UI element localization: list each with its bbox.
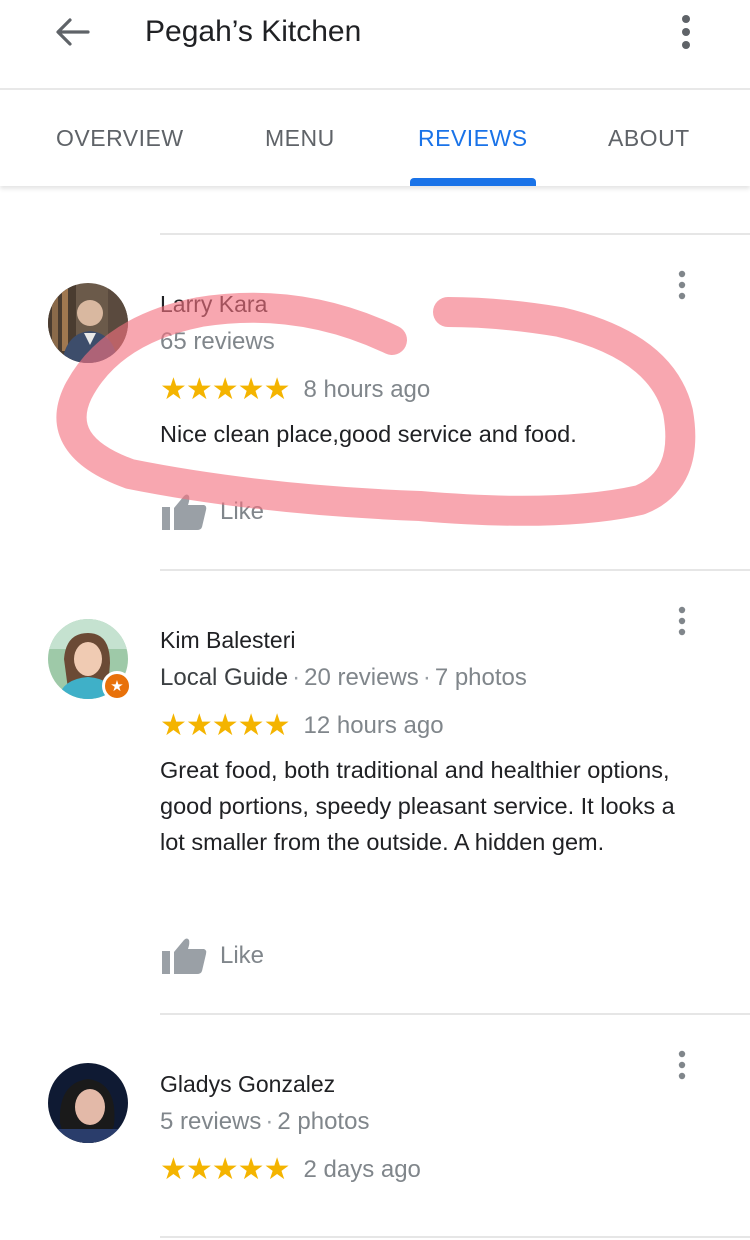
more-vert-icon[interactable]	[668, 10, 704, 54]
active-tab-indicator	[410, 178, 536, 186]
reviewer-name[interactable]: Larry Kara	[160, 290, 267, 318]
reviewer-meta: 65 reviews	[160, 327, 275, 357]
tab-about[interactable]: ABOUT	[608, 124, 690, 152]
photo-count: 2 photos	[277, 1108, 370, 1135]
review-more-icon[interactable]	[668, 1047, 696, 1083]
avatar[interactable]: ★	[48, 619, 132, 701]
review-count: 65 reviews	[160, 328, 275, 355]
like-label: Like	[220, 942, 265, 969]
review-time: 2 days ago	[303, 1156, 421, 1183]
like-label: Like	[220, 498, 265, 525]
star-rating: ★★★★★	[160, 373, 290, 406]
meta-separator: ·	[422, 664, 431, 691]
list-divider	[160, 569, 750, 571]
review-more-icon[interactable]	[668, 603, 696, 639]
star-rating: ★★★★★	[160, 709, 290, 742]
list-divider	[160, 233, 750, 235]
tab-overview[interactable]: OVERVIEW	[56, 124, 184, 152]
tab-bar: OVERVIEW MENU REVIEWS ABOUT	[0, 90, 750, 186]
review-count: 20 reviews	[304, 664, 419, 691]
meta-separator: ·	[292, 664, 301, 691]
local-guide-star-icon: ★	[102, 671, 132, 701]
tab-reviews[interactable]: REVIEWS	[418, 124, 528, 152]
like-button[interactable]: Like	[160, 936, 264, 976]
review-text: Great food, both traditional and healthi…	[160, 757, 675, 855]
local-guide-label: Local Guide	[160, 664, 289, 691]
review-time: 12 hours ago	[303, 712, 444, 739]
tab-menu[interactable]: MENU	[265, 124, 335, 152]
meta-separator: ·	[265, 1108, 274, 1135]
list-divider	[160, 1236, 750, 1238]
rating-row: ★★★★★ 8 hours ago	[160, 375, 430, 405]
avatar[interactable]	[48, 283, 128, 363]
review-more-icon[interactable]	[668, 267, 696, 303]
review-time: 8 hours ago	[303, 376, 431, 403]
avatar[interactable]	[48, 1063, 128, 1143]
like-button[interactable]: Like	[160, 492, 264, 532]
reviewer-name[interactable]: Kim Balesteri	[160, 626, 295, 654]
rating-row: ★★★★★ 12 hours ago	[160, 711, 444, 741]
photo-count: 7 photos	[434, 664, 527, 691]
reviewer-meta: 5 reviews · 2 photos	[160, 1107, 369, 1137]
highlight-annotation	[56, 292, 696, 526]
arrow-back-icon[interactable]	[52, 12, 92, 52]
star-rating: ★★★★★	[160, 1153, 290, 1186]
page-title: Pegah’s Kitchen	[145, 15, 362, 48]
list-divider	[160, 1013, 750, 1015]
app-bar: Pegah’s Kitchen	[0, 0, 750, 88]
thumb-up-icon	[162, 938, 207, 974]
review-count: 5 reviews	[160, 1108, 262, 1135]
reviewer-meta: Local Guide · 20 reviews · 7 photos	[160, 663, 527, 693]
rating-row: ★★★★★ 2 days ago	[160, 1155, 421, 1185]
thumb-up-icon	[162, 494, 207, 530]
reviewer-name[interactable]: Gladys Gonzalez	[160, 1070, 335, 1098]
review-text: Nice clean place,good service and food.	[160, 421, 577, 447]
